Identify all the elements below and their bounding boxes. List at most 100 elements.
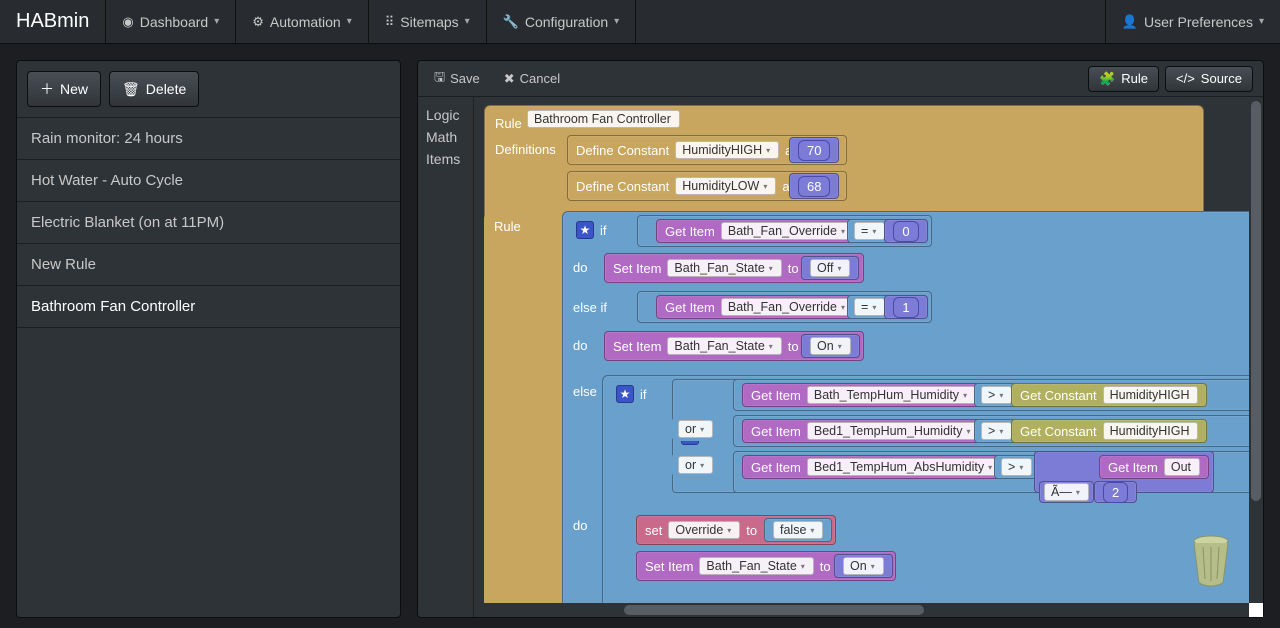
trash-icon: 🗑 <box>122 81 140 98</box>
chevron-down-icon: ▾ <box>214 16 219 27</box>
or-dropdown[interactable]: or▾ <box>678 456 713 474</box>
rule-list-item[interactable]: Bathroom Fan Controller <box>17 286 400 328</box>
item-dropdown[interactable]: Bath_Fan_Override▾ <box>721 222 854 240</box>
get-item-block[interactable]: Get Item Bath_Fan_Override▾ <box>656 219 863 243</box>
nav-user-prefs[interactable]: 👤 User Preferences ▾ <box>1105 0 1280 43</box>
value-block[interactable]: Off▾ <box>801 256 859 280</box>
rule-list-item[interactable]: Hot Water - Auto Cycle <box>17 160 400 202</box>
get-item-block[interactable]: Get Item Bath_Fan_Override▾ <box>656 295 863 319</box>
boolean-block[interactable]: false▾ <box>764 518 832 542</box>
get-item-block[interactable]: Get Item Bed1_TempHum_Humidity▾ <box>742 419 989 443</box>
or-dropdown[interactable]: or▾ <box>678 420 713 438</box>
view-source-button[interactable]: </> Source <box>1165 66 1253 92</box>
number-block[interactable]: 0 <box>884 219 928 243</box>
scroll-thumb[interactable] <box>624 605 924 615</box>
rule-list: Rain monitor: 24 hours Hot Water - Auto … <box>17 118 400 617</box>
number-value[interactable]: 2 <box>1103 482 1128 503</box>
nav-automation[interactable]: ⚙ Automation ▾ <box>236 0 369 43</box>
number-block[interactable]: 2 <box>1094 481 1137 503</box>
rule-list-item[interactable]: Electric Blanket (on at 11PM) <box>17 202 400 244</box>
item-dropdown[interactable]: Bath_Fan_State▾ <box>699 557 813 575</box>
block-label: to <box>788 339 799 354</box>
toolbox-category-logic[interactable]: Logic <box>426 107 465 123</box>
mutator-icon[interactable]: ★ <box>576 221 594 239</box>
btn-label: New <box>60 81 88 97</box>
value-dropdown[interactable]: Off▾ <box>810 259 850 277</box>
get-constant-block[interactable]: Get Constant HumidityHIGH <box>1011 383 1207 407</box>
item-dropdown[interactable]: Bath_TempHum_Humidity▾ <box>807 386 976 404</box>
main-area: ＋ New 🗑 Delete Rain monitor: 24 hours Ho… <box>0 44 1280 628</box>
top-navbar: HABmin ◉ Dashboard ▾ ⚙ Automation ▾ ⠿ Si… <box>0 0 1280 44</box>
constant-name-field[interactable]: HumidityHIGH▾ <box>675 141 779 159</box>
number-value[interactable]: 0 <box>893 221 919 242</box>
vertical-scrollbar[interactable] <box>1249 97 1263 603</box>
rule-body-spine: Rule <box>484 213 569 603</box>
brand: HABmin <box>0 0 106 43</box>
get-constant-block[interactable]: Get Constant HumidityHIGH <box>1011 419 1207 443</box>
item-dropdown[interactable]: Bed1_TempHum_AbsHumidity▾ <box>807 458 1001 476</box>
number-block[interactable]: 1 <box>884 295 928 319</box>
block-label: Get Item <box>751 388 801 403</box>
rule-list-item[interactable]: New Rule <box>17 244 400 286</box>
btn-label: Delete <box>146 81 186 97</box>
save-button[interactable]: 🖫 Save <box>424 64 490 94</box>
editor-toolbar: 🖫 Save ✖ Cancel 🧩 Rule </> Source <box>418 61 1263 97</box>
constant-name-field[interactable]: HumidityLOW▾ <box>675 177 776 195</box>
number-value[interactable]: 1 <box>893 297 919 318</box>
rule-list-item[interactable]: Rain monitor: 24 hours <box>17 118 400 160</box>
constant-dropdown[interactable]: HumidityHIGH <box>1103 386 1199 404</box>
math-op-dropdown[interactable]: Ã—▾ <box>1039 481 1094 503</box>
scroll-thumb[interactable] <box>1251 101 1261 501</box>
rule-editor-panel: 🖫 Save ✖ Cancel 🧩 Rule </> Source <box>417 60 1264 618</box>
nav-sitemaps[interactable]: ⠿ Sitemaps ▾ <box>369 0 487 43</box>
nav-configuration[interactable]: 🔧 Configuration ▾ <box>487 0 637 43</box>
number-block[interactable]: 68 <box>789 173 839 199</box>
value-dropdown[interactable]: On▾ <box>843 557 884 575</box>
value-block[interactable]: On▾ <box>834 554 893 578</box>
item-dropdown[interactable]: Out <box>1164 458 1200 476</box>
number-value[interactable]: 70 <box>798 140 830 161</box>
rule-name-field-wrap[interactable]: Bathroom Fan Controller <box>527 107 680 131</box>
if-header[interactable]: ★ if <box>608 381 661 407</box>
mutator-icon[interactable]: ★ <box>616 385 634 403</box>
nav-label: User Preferences <box>1144 14 1253 30</box>
operator-dropdown[interactable]: >▾ <box>994 455 1039 479</box>
get-item-block[interactable]: Get Item Bed1_TempHum_AbsHumidity▾ <box>742 455 1010 479</box>
chevron-down-icon: ▾ <box>465 16 470 27</box>
if-header[interactable]: ★ if <box>568 217 621 243</box>
item-dropdown[interactable]: Bath_Fan_Override▾ <box>721 298 854 316</box>
cancel-button[interactable]: ✖ Cancel <box>494 67 570 91</box>
item-dropdown[interactable]: Bath_Fan_State▾ <box>667 259 781 277</box>
block-label: do <box>573 338 587 353</box>
new-rule-button[interactable]: ＋ New <box>27 71 101 107</box>
block-label: Rule <box>494 219 521 234</box>
toolbox-category-items[interactable]: Items <box>426 151 465 167</box>
or-row[interactable]: or▾ <box>672 417 719 441</box>
block-label: Get Item <box>751 460 801 475</box>
rules-toolbar: ＋ New 🗑 Delete <box>17 61 400 118</box>
toolbox-category-math[interactable]: Math <box>426 129 465 145</box>
value-block[interactable]: On▾ <box>801 334 860 358</box>
get-item-block[interactable]: Get Item Bath_TempHum_Humidity▾ <box>742 383 985 407</box>
wrench-icon: 🔧 <box>503 14 519 30</box>
or-row[interactable]: or▾ <box>672 453 719 477</box>
variable-dropdown[interactable]: Override▾ <box>668 521 740 539</box>
nav-dashboard[interactable]: ◉ Dashboard ▾ <box>106 0 236 43</box>
constant-dropdown[interactable]: HumidityHIGH <box>1103 422 1199 440</box>
block-workspace[interactable]: Rule Definitions Bathroom Fan Controller… <box>473 97 1263 617</box>
gears-icon: ⚙ <box>252 14 264 30</box>
item-dropdown[interactable]: Bed1_TempHum_Humidity▾ <box>807 422 980 440</box>
get-item-block[interactable]: Get Item Out <box>1099 455 1209 479</box>
block-label: Get Constant <box>1020 424 1097 439</box>
number-value[interactable]: 68 <box>798 176 830 197</box>
block-label: Set Item <box>613 261 661 276</box>
plus-icon: ＋ <box>40 79 54 99</box>
number-block[interactable]: 70 <box>789 137 839 163</box>
boolean-dropdown[interactable]: false▾ <box>773 521 823 539</box>
rule-name-field[interactable]: Bathroom Fan Controller <box>527 110 680 128</box>
delete-rule-button[interactable]: 🗑 Delete <box>109 71 199 107</box>
view-rule-button[interactable]: 🧩 Rule <box>1088 66 1159 92</box>
item-dropdown[interactable]: Bath_Fan_State▾ <box>667 337 781 355</box>
value-dropdown[interactable]: On▾ <box>810 337 851 355</box>
horizontal-scrollbar[interactable] <box>474 603 1249 617</box>
